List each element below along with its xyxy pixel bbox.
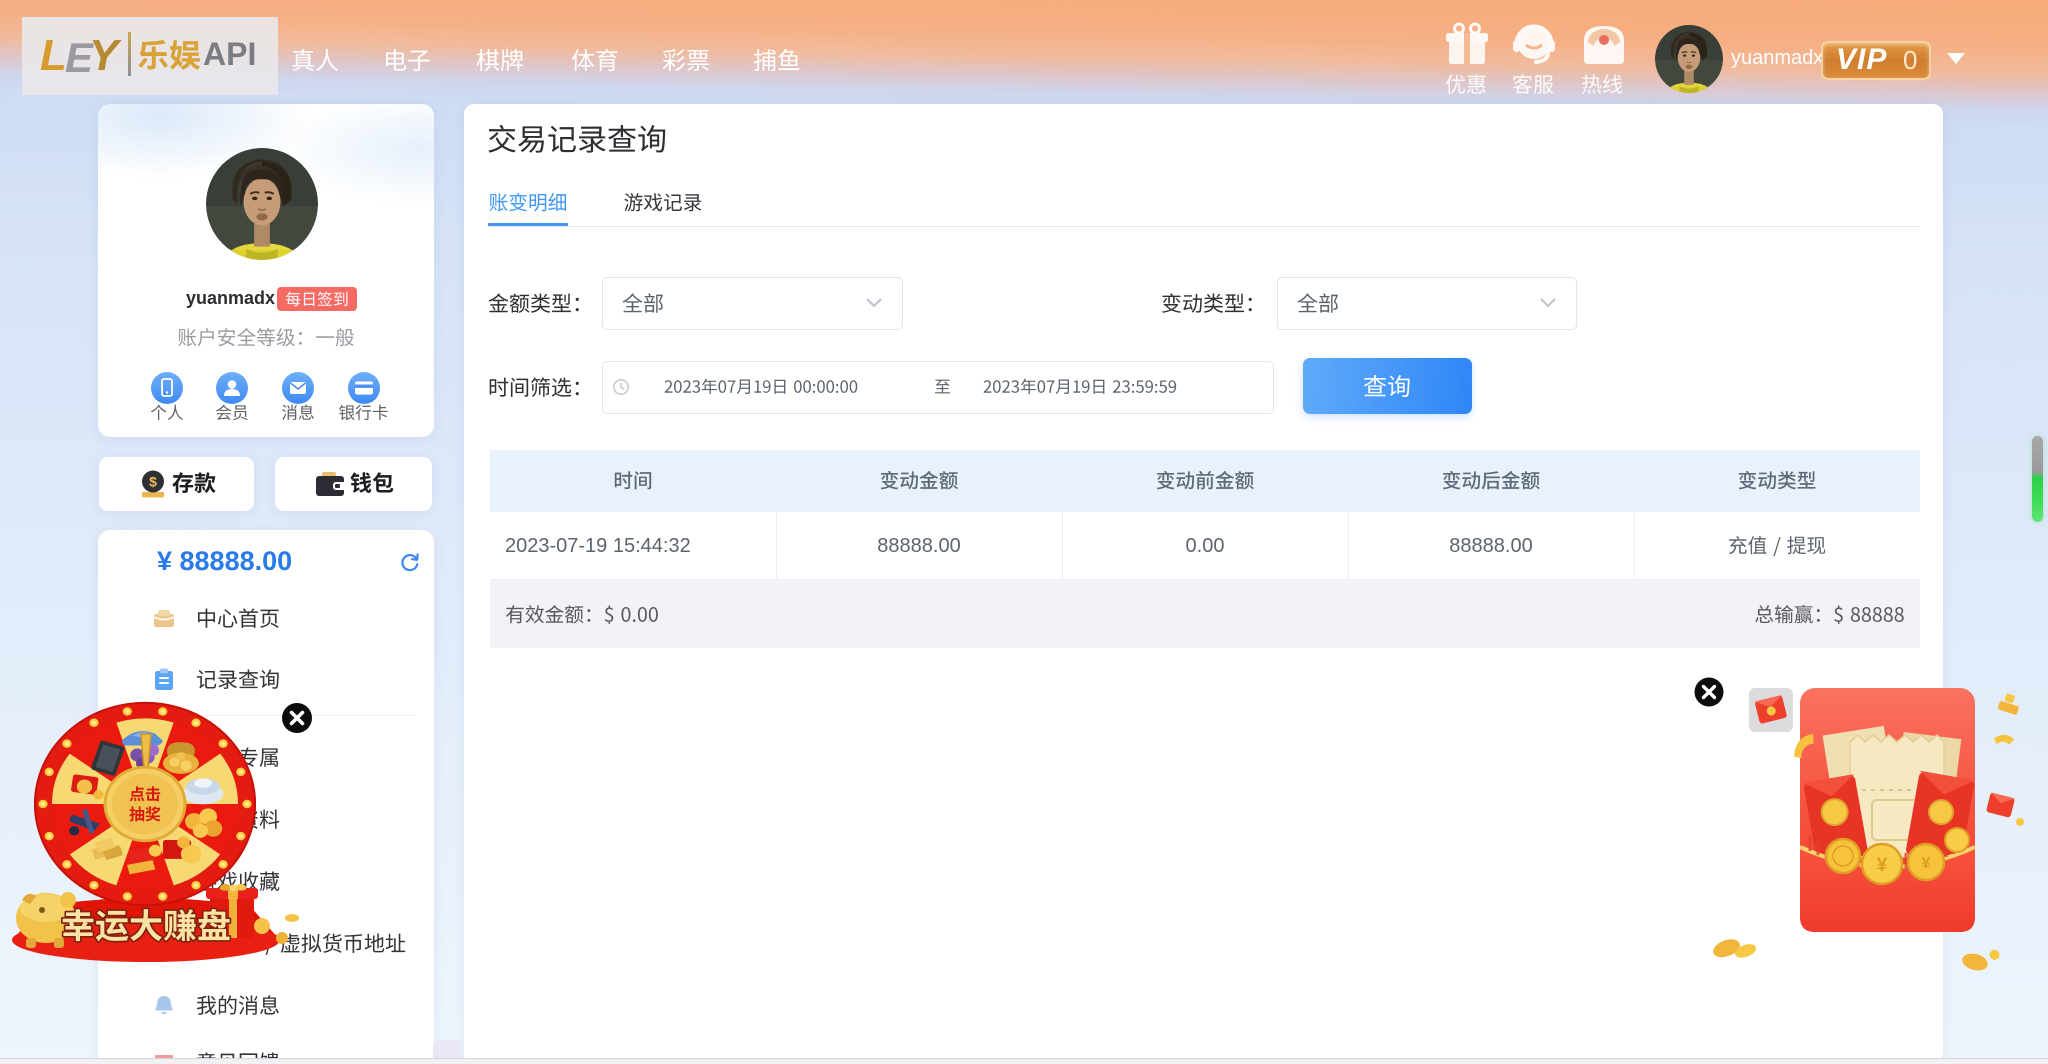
svg-text:¥: ¥ bbox=[1877, 855, 1888, 876]
svg-text:¥: ¥ bbox=[1922, 855, 1931, 872]
svg-text:$: $ bbox=[149, 474, 157, 490]
